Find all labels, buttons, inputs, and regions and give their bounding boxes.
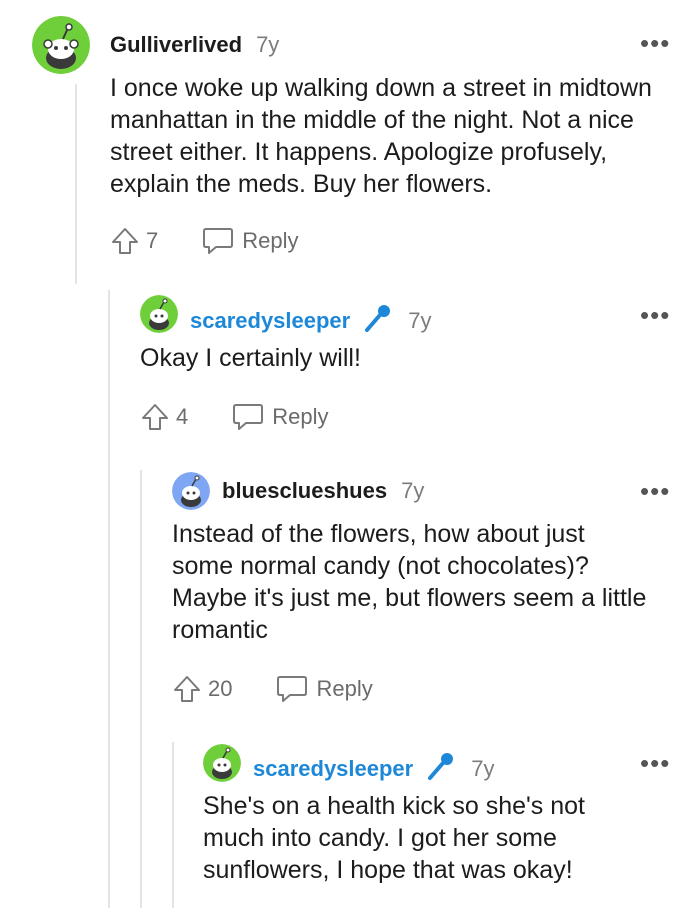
comment-body: She's on a health kick so she's not much…	[203, 792, 585, 884]
username[interactable]: scaredysleeper	[253, 756, 413, 782]
more-options-icon[interactable]: •••	[640, 478, 670, 504]
comment-actions: 20 Reply	[172, 674, 373, 704]
username[interactable]: Gulliverlived	[110, 32, 242, 58]
vote-count: 20	[208, 676, 233, 701]
more-options-icon[interactable]: •••	[640, 302, 670, 328]
avatar[interactable]	[172, 472, 210, 510]
reply-label: Reply	[272, 404, 329, 429]
upvote-button[interactable]: 4	[140, 402, 188, 432]
timestamp: 7y	[401, 478, 425, 503]
timestamp: 7y	[408, 308, 432, 333]
more-options-icon[interactable]: •••	[640, 30, 670, 56]
comment-actions: 7 Reply	[110, 226, 299, 256]
comment-body: Instead of the flowers, how about just s…	[172, 520, 647, 644]
timestamp: 7y	[256, 32, 280, 57]
comment-meta: Gulliverlived 7y	[110, 32, 279, 58]
avatar[interactable]	[203, 744, 241, 782]
upvote-arrow-icon	[142, 404, 168, 430]
comment-meta: bluesclueshues 7y	[222, 478, 424, 504]
thread-line-4[interactable]	[172, 742, 174, 908]
vote-count: 4	[176, 404, 189, 429]
reply-label: Reply	[242, 228, 299, 253]
avatar[interactable]	[140, 295, 178, 333]
thread-line-2[interactable]	[108, 290, 110, 908]
more-options-icon[interactable]: •••	[640, 750, 670, 776]
comment-meta: scaredysleeper 7y	[253, 750, 494, 788]
reply-label: Reply	[316, 676, 373, 701]
snoo-avatar-icon	[32, 16, 90, 74]
reply-button[interactable]: Reply	[276, 674, 373, 704]
comment-meta: scaredysleeper 7y	[190, 302, 431, 340]
upvote-button[interactable]: 20	[172, 674, 232, 704]
comment-bubble-icon	[203, 228, 234, 254]
upvote-arrow-icon	[174, 676, 200, 702]
upvote-arrow-icon	[112, 228, 138, 254]
comment-actions: 4 Reply	[140, 402, 329, 432]
snoo-avatar-icon	[203, 744, 241, 782]
reply-button[interactable]: Reply	[202, 226, 299, 256]
microphone-icon	[362, 302, 394, 340]
timestamp: 7y	[471, 756, 495, 781]
vote-count: 7	[146, 228, 159, 253]
reply-button[interactable]: Reply	[232, 402, 329, 432]
comment-bubble-icon	[277, 676, 308, 702]
snoo-avatar-icon	[172, 472, 210, 510]
comment-bubble-icon	[233, 404, 264, 430]
upvote-button[interactable]: 7	[110, 226, 158, 256]
thread-line-3[interactable]	[140, 470, 142, 908]
comment-body: I once woke up walking down a street in …	[110, 74, 652, 198]
username[interactable]: bluesclueshues	[222, 478, 387, 504]
avatar[interactable]	[32, 16, 90, 74]
snoo-avatar-icon	[140, 295, 178, 333]
thread-line-1[interactable]	[75, 84, 77, 284]
comment-body: Okay I certainly will!	[140, 344, 361, 372]
microphone-icon	[425, 750, 457, 788]
username[interactable]: scaredysleeper	[190, 308, 350, 334]
